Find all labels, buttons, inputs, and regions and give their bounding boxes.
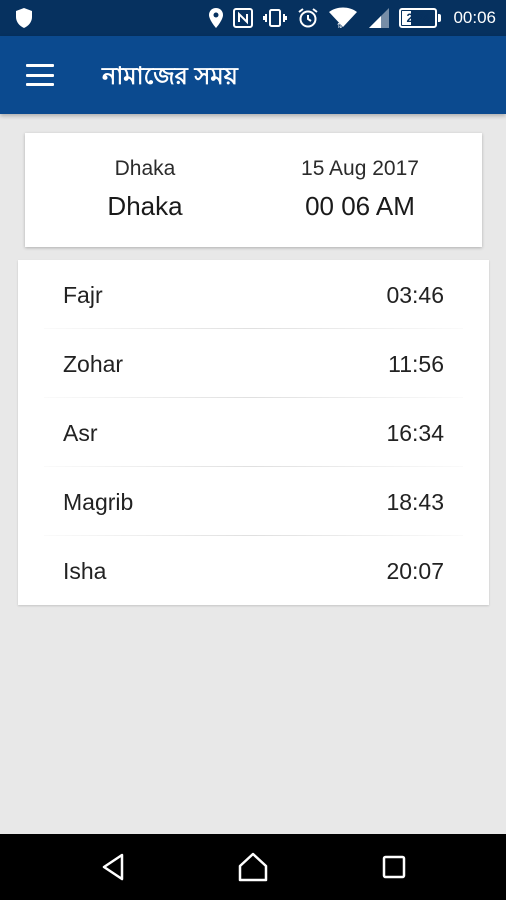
prayer-name: Isha bbox=[63, 558, 107, 584]
vibrate-icon bbox=[263, 8, 288, 28]
location-icon bbox=[209, 8, 224, 28]
battery-percent: 25% bbox=[406, 11, 431, 25]
prayer-time: 11:56 bbox=[388, 351, 444, 377]
page-title: নামাজের সময় bbox=[102, 63, 238, 90]
back-icon[interactable] bbox=[96, 852, 130, 882]
status-bar: ⇅ 25% 00:06 bbox=[0, 0, 506, 36]
wifi-icon: ⇅ bbox=[329, 7, 358, 29]
list-item: Isha 20:07 bbox=[18, 536, 489, 605]
prayer-name: Magrib bbox=[63, 489, 134, 515]
alarm-icon bbox=[297, 7, 319, 29]
app-bar: নামাজের সময় bbox=[0, 36, 506, 114]
recents-icon[interactable] bbox=[377, 852, 411, 882]
prayer-time: 03:46 bbox=[386, 282, 444, 308]
prayer-time: 16:34 bbox=[386, 420, 444, 446]
location-datetime-card: Dhaka Dhaka 15 Aug 2017 00 06 AM bbox=[25, 133, 482, 247]
hamburger-menu-icon[interactable] bbox=[20, 60, 60, 90]
list-item: Magrib 18:43 bbox=[18, 467, 489, 536]
navigation-bar bbox=[0, 834, 506, 900]
current-time: 00 06 AM bbox=[305, 191, 415, 221]
list-item: Asr 16:34 bbox=[18, 398, 489, 467]
signal-icon bbox=[367, 8, 390, 28]
date-label: 15 Aug 2017 bbox=[301, 157, 419, 180]
prayer-time: 20:07 bbox=[386, 558, 444, 584]
prayer-times-list: Fajr 03:46 Zohar 11:56 Asr 16:34 Magrib … bbox=[18, 260, 489, 605]
prayer-name: Zohar bbox=[63, 351, 124, 377]
location-label: Dhaka bbox=[114, 157, 176, 180]
location-value: Dhaka bbox=[107, 191, 183, 221]
shield-icon bbox=[14, 7, 34, 29]
prayer-name: Fajr bbox=[63, 282, 103, 308]
home-icon[interactable] bbox=[236, 852, 270, 882]
prayer-name: Asr bbox=[63, 420, 98, 446]
battery-icon: 25% bbox=[399, 8, 442, 28]
status-time: 00:06 bbox=[453, 8, 496, 27]
svg-text:⇅: ⇅ bbox=[337, 22, 343, 29]
nfc-icon bbox=[233, 8, 254, 28]
list-item: Zohar 11:56 bbox=[18, 329, 489, 398]
list-item: Fajr 03:46 bbox=[18, 260, 489, 329]
prayer-time: 18:43 bbox=[386, 489, 444, 515]
